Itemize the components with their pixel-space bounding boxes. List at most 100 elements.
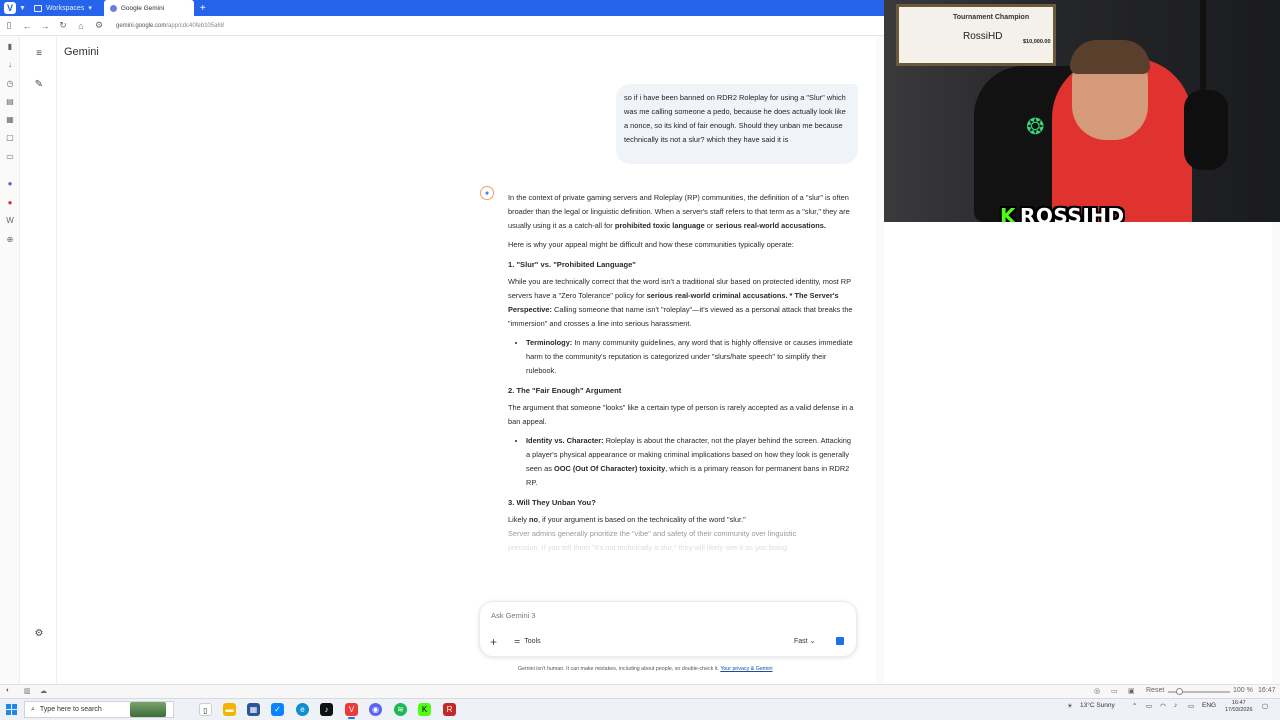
bookmarks-icon[interactable]: ▮: [5, 42, 15, 52]
weather-text[interactable]: 13°C Sunny: [1080, 702, 1115, 709]
wikipedia-icon[interactable]: W: [5, 216, 15, 226]
sync-cloud-icon[interactable]: ☁: [40, 687, 47, 695]
vivaldi-panel-icon[interactable]: ●: [5, 198, 15, 208]
response-text: Calling someone that name isn't "rolepla…: [508, 305, 853, 328]
network-icon[interactable]: ▭: [1146, 702, 1152, 710]
streamer-name-overlay: K ROSSIHD: [1000, 204, 1125, 222]
tray-chevron-up-icon[interactable]: ⌃: [1132, 702, 1137, 710]
right-scrollbar[interactable]: [1272, 222, 1280, 684]
mastodon-icon[interactable]: ●: [5, 179, 15, 189]
language-indicator[interactable]: ENG: [1202, 702, 1216, 709]
discord-icon[interactable]: ◉: [369, 703, 382, 716]
vivaldi-taskbar-icon[interactable]: V: [345, 703, 358, 719]
kick-app-icon[interactable]: K: [418, 703, 431, 716]
kick-logo-icon: K: [1000, 204, 1016, 222]
capture-icon[interactable]: ◎: [1094, 687, 1100, 695]
task-view-icon[interactable]: ▯: [199, 703, 212, 716]
windows-icon[interactable]: ▦: [5, 115, 15, 125]
plaque-name: RossiHD: [963, 31, 1003, 42]
image-toggle-icon[interactable]: ▣: [1128, 687, 1135, 695]
zoom-reset-button[interactable]: Reset: [1146, 687, 1164, 694]
list-item-label: Terminology:: [526, 338, 573, 347]
model-mode-dropdown[interactable]: Fast ⌄: [794, 637, 815, 645]
back-arrow-icon[interactable]: ←: [18, 21, 36, 31]
volume-icon[interactable]: ♪: [1174, 702, 1177, 709]
downloads-icon[interactable]: ↓: [5, 60, 15, 70]
panel-toggle-icon[interactable]: ◐: [6, 687, 10, 694]
privacy-link[interactable]: Your privacy & Gemini: [720, 666, 772, 672]
streamer-hair: [1070, 40, 1150, 74]
tab-google-gemini[interactable]: Google Gemini: [103, 0, 194, 16]
app-red-icon[interactable]: R: [443, 703, 456, 716]
mic-arm: [1200, 0, 1206, 96]
battery-icon[interactable]: ▭: [1188, 702, 1194, 710]
webcam-overlay: Tournament Champion RossiHD $10,000.00 ❂…: [884, 0, 1280, 222]
clock-time: 16:47: [1231, 700, 1246, 706]
settings-gear-icon[interactable]: ⚙: [32, 627, 46, 641]
gemini-spark-icon: ✦: [480, 186, 494, 200]
file-explorer-icon[interactable]: ▬: [223, 703, 236, 716]
menu-icon[interactable]: ≡: [32, 47, 46, 61]
list-item: Terminology: In many community guideline…: [526, 336, 854, 378]
wifi-icon[interactable]: ◠: [1160, 702, 1166, 710]
response-heading: 1. "Slur" vs. "Prohibited Language": [508, 260, 636, 269]
gemini-favicon-icon: [109, 4, 117, 12]
status-clock: 16:47: [1258, 687, 1276, 694]
chevron-down-icon[interactable]: ▼: [19, 5, 26, 12]
plaque-amount: $10,000.00: [1023, 39, 1051, 45]
microphone: [1184, 90, 1228, 170]
add-panel-icon[interactable]: ⊕: [5, 235, 15, 245]
panel-toggle-icon[interactable]: ▯: [0, 20, 18, 31]
streamer-name: ROSSIHD: [1020, 204, 1125, 222]
calculator-icon[interactable]: ▦: [247, 703, 260, 716]
mail-icon[interactable]: ▭: [5, 152, 15, 162]
page-scrollbar[interactable]: [876, 36, 884, 684]
response-bold: no: [528, 515, 538, 524]
add-attachment-plus-icon[interactable]: +: [490, 635, 497, 649]
forward-arrow-icon[interactable]: →: [36, 21, 54, 31]
clock-date: 17/03/2026: [1225, 707, 1253, 713]
plaque-title: Tournament Champion: [953, 14, 1030, 21]
browser-status-bar: ◐ ▥ ☁ ◎ ▭ ▣ Reset 100 % 16:47: [0, 684, 1280, 698]
spotify-icon[interactable]: ≋: [394, 703, 407, 716]
zoom-slider-handle[interactable]: [1176, 688, 1183, 695]
home-icon[interactable]: ⌂: [72, 21, 90, 31]
chevron-down-icon: ⌄: [809, 638, 816, 645]
list-item-label: Identity vs. Character:: [526, 436, 604, 445]
response-text-faded: precision. If you tell them "it's not te…: [508, 543, 788, 552]
edge-icon[interactable]: e: [296, 703, 309, 716]
workspaces-label: Workspaces: [45, 4, 85, 12]
model-response: In the context of private gaming servers…: [508, 191, 854, 603]
search-highlight-image[interactable]: [130, 702, 166, 717]
vivaldi-logo-icon[interactable]: V: [4, 2, 16, 14]
reload-icon[interactable]: ↻: [54, 20, 72, 31]
app-icon[interactable]: ✓: [271, 703, 284, 716]
workspaces-button[interactable]: Workspaces ▾: [33, 4, 92, 12]
prompt-input[interactable]: Ask Gemini 3: [491, 611, 536, 620]
address-bar: ▯ ← → ↻ ⌂ ⚙ gemini.google.com/app/cdc40f…: [0, 16, 884, 36]
windows-start-icon[interactable]: [6, 704, 17, 715]
prompt-input-box[interactable]: Ask Gemini 3 + ⚌ Tools Fast ⌄: [479, 601, 857, 657]
notification-icon[interactable]: ▢: [1262, 702, 1268, 710]
workspaces-icon: [33, 4, 42, 12]
site-info-icon[interactable]: ⚙: [90, 20, 108, 31]
stop-generating-icon[interactable]: [836, 637, 844, 645]
taskbar-clock[interactable]: 16:47 17/03/2026: [1225, 700, 1253, 714]
response-paragraph: The argument that someone "looks" like a…: [508, 403, 854, 426]
tiktok-icon[interactable]: ♪: [320, 703, 333, 716]
url-field[interactable]: gemini.google.com/app/cdc40feb105a68: [116, 23, 224, 29]
reading-list-icon[interactable]: ▢: [5, 133, 15, 143]
response-paragraph: Here is why your appeal might be difficu…: [508, 240, 794, 249]
tile-icon[interactable]: ▭: [1111, 687, 1118, 695]
url-host: gemini.google.com: [116, 22, 167, 29]
new-chat-icon[interactable]: ✎: [32, 78, 46, 92]
tiling-icon[interactable]: ▥: [24, 687, 31, 695]
tools-button[interactable]: ⚌ Tools: [514, 637, 541, 646]
new-tab-plus-icon[interactable]: +: [200, 3, 206, 14]
history-icon[interactable]: ◷: [5, 79, 15, 89]
notes-icon[interactable]: ▤: [5, 97, 15, 107]
gemini-title: Gemini: [64, 46, 99, 58]
response-heading: 2. The "Fair Enough" Argument: [508, 386, 622, 395]
response-heading: 3. Will They Unban You?: [508, 498, 596, 507]
list-item: Identity vs. Character: Roleplay is abou…: [526, 434, 854, 490]
